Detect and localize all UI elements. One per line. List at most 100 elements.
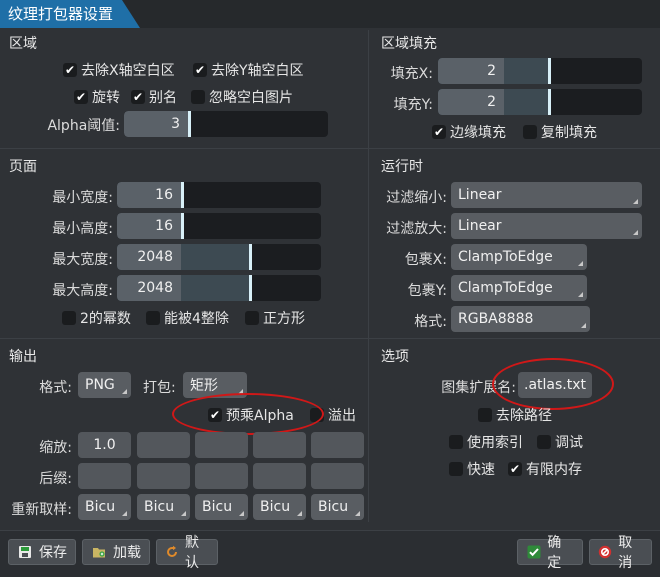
duplicate-padding-checkbox[interactable]: 复制填充	[523, 122, 597, 142]
checkmark-icon: ✔	[63, 63, 77, 77]
wrap-x-label: 包裹X:	[404, 252, 447, 268]
undo-icon	[165, 544, 179, 560]
debug-checkbox[interactable]: 调试	[537, 432, 583, 452]
packing-label: 打包:	[143, 380, 176, 396]
save-button[interactable]: 保存	[8, 539, 76, 565]
pad-y-label: 填充Y:	[393, 97, 433, 113]
suffix-field-2[interactable]	[137, 463, 190, 489]
spinner-value: 16	[117, 213, 181, 239]
resample-dropdown-3[interactable]: Bicu	[195, 494, 248, 520]
section-divider	[369, 338, 660, 339]
spinner-value: 3	[124, 111, 188, 137]
section-divider	[0, 148, 368, 149]
max-width-spinner[interactable]: 2048	[117, 244, 321, 270]
folder-icon	[91, 544, 107, 560]
pad-y-spinner[interactable]: 2	[438, 89, 642, 115]
output-format-dropdown[interactable]: PNG	[78, 372, 131, 398]
ignore-blank-checkbox[interactable]: 忽略空白图片	[191, 87, 293, 107]
slider-handle[interactable]	[181, 213, 184, 239]
slider-handle[interactable]	[249, 275, 252, 301]
resample-dropdown-5[interactable]: Bicu	[311, 494, 364, 520]
output-format-label: 格式:	[39, 380, 72, 396]
filter-min-dropdown[interactable]: Linear	[451, 182, 642, 208]
region-section-title: 区域	[9, 36, 37, 52]
min-width-label: 最小宽度:	[52, 190, 113, 206]
square-checkbox[interactable]: 正方形	[245, 308, 305, 328]
annotation-circle	[172, 393, 324, 435]
filter-mag-dropdown[interactable]: Linear	[451, 213, 642, 239]
slider-handle[interactable]	[548, 89, 551, 115]
power-of-two-checkbox[interactable]: 2的幂数	[62, 308, 131, 328]
filter-mag-label: 过滤放大:	[386, 221, 447, 237]
min-width-spinner[interactable]: 16	[117, 182, 321, 208]
scale-field-5[interactable]	[311, 432, 364, 458]
suffix-field-3[interactable]	[195, 463, 248, 489]
fast-checkbox[interactable]: 快速	[449, 459, 495, 479]
slider-handle[interactable]	[548, 58, 551, 84]
multiple-of-four-checkbox[interactable]: 能被4整除	[146, 308, 229, 328]
cancel-icon	[598, 544, 612, 560]
wrap-y-label: 包裹Y:	[407, 283, 447, 299]
pad-x-label: 填充X:	[390, 66, 433, 82]
max-height-spinner[interactable]: 2048	[117, 275, 321, 301]
spinner-value: 2048	[117, 275, 181, 301]
section-divider	[0, 338, 368, 339]
runtime-format-dropdown[interactable]: RGBA8888	[451, 306, 590, 332]
wrap-y-dropdown[interactable]: ClampToEdge	[451, 275, 587, 301]
page-section-title: 页面	[9, 159, 37, 175]
scale-field-1[interactable]: 1.0	[78, 432, 131, 458]
region-fill-section-title: 区域填充	[381, 36, 437, 52]
defaults-button[interactable]: 默认	[156, 535, 218, 571]
suffix-field-4[interactable]	[253, 463, 306, 489]
runtime-format-label: 格式:	[414, 314, 447, 330]
spinner-value: 2048	[117, 244, 181, 270]
checkmark-icon: ✔	[193, 63, 207, 77]
spinner-value: 2	[438, 89, 504, 115]
spinner-value: 2	[438, 58, 504, 84]
resample-label: 重新取样:	[11, 502, 72, 518]
suffix-label: 后缀:	[39, 471, 72, 487]
max-width-label: 最大宽度:	[52, 252, 113, 268]
window-title: 纹理打包器设置	[0, 0, 140, 28]
section-divider	[369, 148, 660, 149]
suffix-field-5[interactable]	[311, 463, 364, 489]
strip-x-checkbox[interactable]: ✔ 去除X轴空白区	[63, 60, 175, 80]
column-divider	[368, 30, 369, 522]
checkmark-icon	[526, 544, 541, 560]
alpha-threshold-spinner[interactable]: 3	[124, 111, 328, 137]
runtime-section-title: 运行时	[381, 159, 423, 175]
min-height-spinner[interactable]: 16	[117, 213, 321, 239]
edge-padding-checkbox[interactable]: ✔ 边缘填充	[432, 122, 506, 142]
alias-checkbox[interactable]: ✔ 别名	[131, 87, 177, 107]
spinner-value: 16	[117, 182, 181, 208]
ok-button[interactable]: 确定	[517, 535, 583, 571]
slider-handle[interactable]	[188, 111, 191, 137]
scale-field-4[interactable]	[253, 432, 306, 458]
resample-dropdown-2[interactable]: Bicu	[137, 494, 190, 520]
slider-handle[interactable]	[181, 182, 184, 208]
scale-field-3[interactable]	[195, 432, 248, 458]
max-height-label: 最大高度:	[52, 283, 113, 299]
cancel-button[interactable]: 取消	[589, 535, 652, 571]
scale-field-2[interactable]	[137, 432, 190, 458]
slider-handle[interactable]	[249, 244, 252, 270]
save-icon	[17, 544, 33, 560]
annotation-circle	[492, 358, 614, 410]
use-indexes-checkbox[interactable]: 使用索引	[449, 432, 523, 452]
resample-dropdown-1[interactable]: Bicu	[78, 494, 131, 520]
wrap-x-dropdown[interactable]: ClampToEdge	[451, 244, 587, 270]
output-section-title: 输出	[9, 349, 37, 365]
scale-label: 缩放:	[39, 440, 72, 456]
checkmark-icon: ✔	[508, 462, 522, 476]
strip-paths-checkbox[interactable]: 去除路径	[478, 405, 552, 425]
limit-memory-checkbox[interactable]: ✔ 有限内存	[508, 459, 582, 479]
suffix-field-1[interactable]	[78, 463, 131, 489]
rotation-checkbox[interactable]: ✔ 旋转	[74, 87, 120, 107]
checkmark-icon: ✔	[432, 125, 446, 139]
checkmark-icon: ✔	[131, 90, 145, 104]
min-height-label: 最小高度:	[52, 221, 113, 237]
resample-dropdown-4[interactable]: Bicu	[253, 494, 306, 520]
strip-y-checkbox[interactable]: ✔ 去除Y轴空白区	[193, 60, 304, 80]
load-button[interactable]: 加载	[82, 539, 150, 565]
pad-x-spinner[interactable]: 2	[438, 58, 642, 84]
